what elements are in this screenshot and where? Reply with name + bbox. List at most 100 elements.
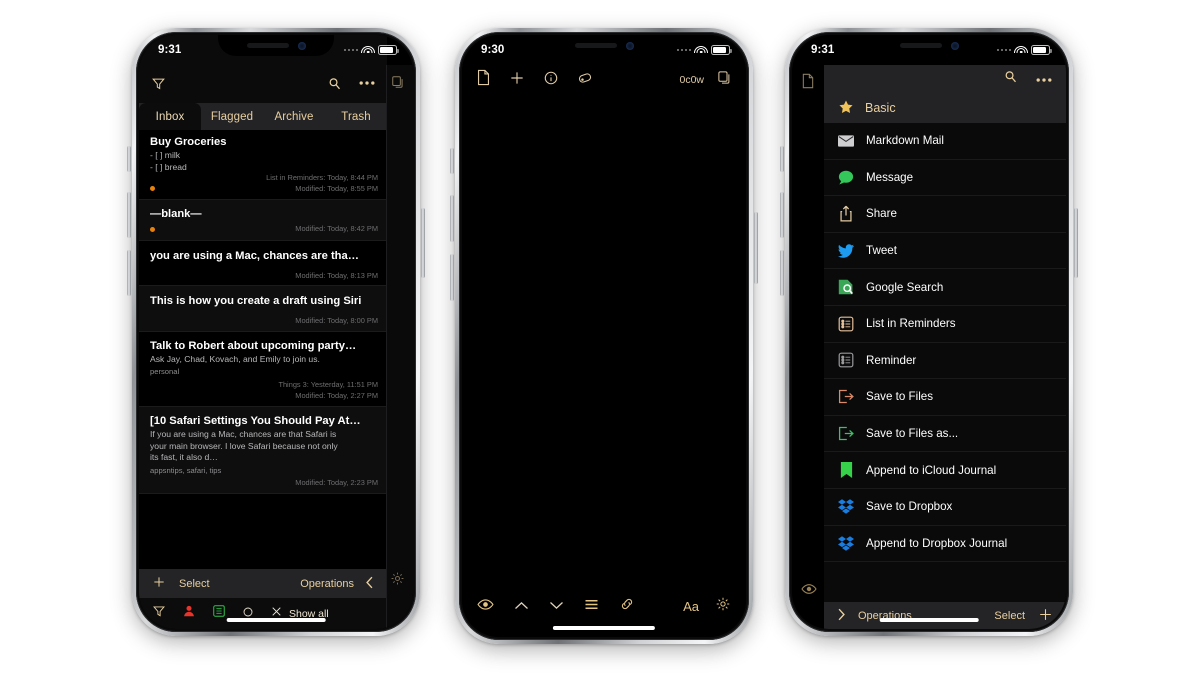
list-item[interactable]: Save to Dropbox <box>824 489 1066 526</box>
message-bubble-icon <box>838 169 854 185</box>
eye-icon[interactable] <box>477 598 494 616</box>
journal-book-icon <box>838 462 854 479</box>
sheet-bottom-bar: Operations Select <box>824 602 1066 629</box>
list-item-label: Append to Dropbox Journal <box>866 536 1008 550</box>
table-row[interactable]: you are using a Mac, chances are tha… Mo… <box>139 241 387 286</box>
list-item[interactable]: Append to iCloud Journal <box>824 452 1066 489</box>
star-icon <box>838 99 854 118</box>
list-item[interactable]: Tweet <box>824 233 1066 270</box>
eye-icon[interactable] <box>801 582 817 600</box>
word-count-label: 0c0w <box>679 74 704 86</box>
row-title: [10 Safari Settings You Should Pay At… <box>150 415 361 427</box>
row-body-line: - [ ] milk <box>150 150 181 160</box>
reminder-list-icon <box>838 352 854 368</box>
save-export-icon <box>838 389 854 405</box>
duplicate-document-icon[interactable] <box>717 70 732 90</box>
reminders-list-icon <box>838 316 854 332</box>
list-item-label: Save to Files <box>866 390 934 404</box>
table-row[interactable]: This is how you create a draft using Sir… <box>139 286 387 332</box>
earpiece-speaker <box>899 43 942 48</box>
dropbox-icon <box>838 535 854 551</box>
list-item[interactable]: Save to Files as... <box>824 416 1066 453</box>
list-item-label: Google Search <box>866 280 944 294</box>
select-button[interactable]: Select <box>994 610 1025 622</box>
chevron-up-icon[interactable] <box>514 598 529 616</box>
search-magnifier-icon[interactable] <box>327 76 342 91</box>
table-row[interactable]: Talk to Robert about upcoming party… Ask… <box>139 332 387 407</box>
list-item-label: Markdown Mail <box>866 134 944 148</box>
gear-icon[interactable] <box>390 571 405 591</box>
gear-icon[interactable] <box>715 596 731 617</box>
operations-button[interactable]: Operations <box>300 578 354 590</box>
drafts-list-app: Inbox Flagged Archive Trash Buy Grocerie… <box>139 35 387 629</box>
link-chain-icon[interactable] <box>619 596 635 617</box>
row-meta: Modified: Today, 8:55 PM <box>295 183 378 193</box>
info-circle-icon[interactable] <box>543 70 559 91</box>
signal-dots-icon <box>996 48 1011 52</box>
operations-bar: Select Operations <box>139 569 387 598</box>
list-item[interactable]: Reminder <box>824 343 1066 380</box>
document-page-icon[interactable] <box>801 73 815 94</box>
row-body-line: your main browser. I love Safari because… <box>150 440 338 451</box>
plus-icon[interactable] <box>509 70 525 91</box>
table-row[interactable]: Buy Groceries - [ ] milk - [ ] bread Lis… <box>139 130 387 200</box>
more-ellipsis-icon[interactable] <box>359 80 375 86</box>
filter-funnel-icon[interactable] <box>151 76 166 91</box>
section-header-basic: Basic <box>824 93 1066 123</box>
list-item[interactable]: Append to Dropbox Journal <box>824 526 1066 563</box>
table-row[interactable]: [10 Safari Settings You Should Pay At… I… <box>139 407 387 494</box>
plus-icon[interactable] <box>152 575 166 592</box>
document-page-icon[interactable] <box>476 69 491 91</box>
tab-inbox[interactable]: Inbox <box>139 103 201 130</box>
list-item[interactable]: Markdown Mail <box>824 123 1066 160</box>
list-green-icon[interactable] <box>212 604 226 623</box>
front-camera <box>950 41 959 50</box>
list-item-label: Message <box>866 170 914 184</box>
share-up-icon <box>838 206 854 222</box>
save-export-icon <box>838 426 854 442</box>
text-size-button[interactable]: Aa <box>683 599 699 614</box>
row-tags: personal <box>150 367 180 376</box>
filter-funnel-icon[interactable] <box>152 604 166 623</box>
row-meta: List in Reminders: Today, 8:44 PM <box>266 173 378 182</box>
row-body-line: - [ ] bread <box>150 161 187 172</box>
tab-archive[interactable]: Archive <box>263 103 325 130</box>
more-ellipsis-icon[interactable] <box>1036 70 1052 88</box>
bottom-toolbar: Show all <box>139 598 387 629</box>
list-item[interactable]: Share <box>824 196 1066 233</box>
phone-right: 9:31 Basic Markdown Mail Message Share T… <box>780 28 1078 636</box>
row-tags: appsntips, safari, tips <box>150 465 222 475</box>
list-item-label: Save to Files as... <box>866 427 959 441</box>
search-magnifier-icon[interactable] <box>1003 69 1018 89</box>
chevron-right-icon[interactable] <box>837 608 846 624</box>
list-item[interactable]: List in Reminders <box>824 306 1066 343</box>
row-title: —blank— <box>150 208 202 220</box>
front-camera <box>297 41 306 50</box>
status-clock: 9:31 <box>811 44 835 56</box>
list-item[interactable]: Google Search <box>824 269 1066 306</box>
drafts-list[interactable]: Buy Groceries - [ ] milk - [ ] bread Lis… <box>139 130 387 569</box>
editor-textarea[interactable] <box>462 91 746 596</box>
plus-icon[interactable] <box>1038 607 1053 625</box>
list-lines-icon[interactable] <box>584 598 599 616</box>
row-body-line: its fast, it also d… <box>150 452 218 462</box>
operations-menu-list[interactable]: Markdown Mail Message Share Tweet Google… <box>824 123 1066 602</box>
chevron-down-icon[interactable] <box>549 598 564 616</box>
unread-dot <box>150 186 155 192</box>
person-red-icon[interactable] <box>182 604 196 623</box>
unread-dot <box>150 226 155 232</box>
duplicate-document-icon[interactable] <box>391 75 405 94</box>
chevron-left-icon[interactable] <box>365 576 374 592</box>
row-meta: Modified: Today, 8:13 PM <box>295 270 378 280</box>
tab-trash[interactable]: Trash <box>325 103 387 130</box>
row-body-line: If you are using a Mac, chances are that… <box>150 429 337 439</box>
google-search-icon <box>838 279 854 295</box>
list-item[interactable]: Message <box>824 160 1066 197</box>
phone-center: 9:30 0c0w Aa <box>450 28 758 644</box>
select-button[interactable]: Select <box>179 578 210 590</box>
list-item[interactable]: Save to Files <box>824 379 1066 416</box>
tag-label-icon[interactable] <box>577 70 593 91</box>
tab-flagged[interactable]: Flagged <box>201 103 263 130</box>
table-row[interactable]: —blank— Modified: Today, 8:42 PM <box>139 200 387 241</box>
battery-icon <box>1031 45 1052 55</box>
